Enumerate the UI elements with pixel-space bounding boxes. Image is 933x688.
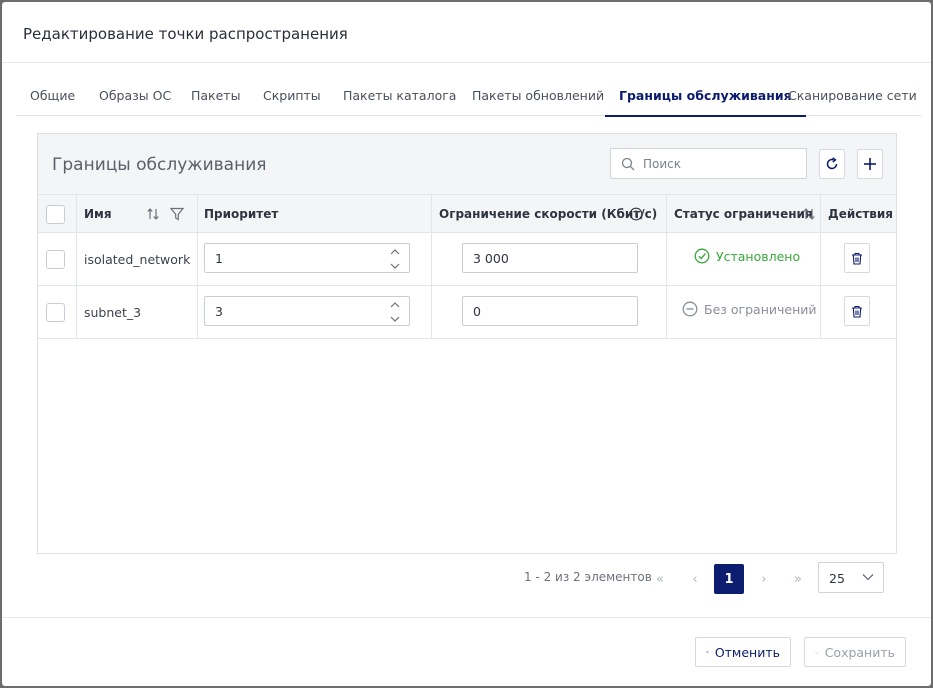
speed-limit-input[interactable]: 3 000: [462, 243, 638, 273]
search-box: [610, 148, 807, 179]
priority-stepper[interactable]: 3: [204, 296, 410, 326]
cancel-button[interactable]: Отменить: [695, 637, 791, 667]
save-label: Сохранить: [824, 644, 895, 660]
column-status-header[interactable]: Статус ограничения: [674, 195, 813, 233]
stepper-arrows-icon[interactable]: [389, 300, 401, 324]
edit-distribution-point-dialog: Редактирование точки распространения Общ…: [2, 2, 931, 686]
tab-scripts[interactable]: Скрипты: [263, 78, 321, 116]
sort-icon[interactable]: [802, 207, 816, 221]
row-name: subnet_3: [84, 305, 142, 320]
tab-os-images[interactable]: Образы ОС: [99, 78, 171, 116]
next-page-button[interactable]: ›: [749, 564, 779, 594]
cancel-label: Отменить: [714, 644, 780, 660]
priority-value: 1: [215, 251, 223, 266]
page-size-select[interactable]: 25: [818, 562, 884, 593]
row-checkbox[interactable]: [46, 250, 65, 269]
last-page-button[interactable]: »: [783, 564, 813, 594]
trash-icon: [852, 305, 862, 318]
status-unlimited: Без ограничений: [682, 301, 817, 317]
speed-limit-value: 0: [473, 304, 481, 319]
dialog-title: Редактирование точки распространения: [23, 25, 348, 43]
column-actions-header: Действия: [828, 207, 894, 221]
speed-limit-value: 3 000: [473, 251, 509, 266]
save-button[interactable]: Сохранить: [804, 637, 906, 667]
sort-icon[interactable]: [146, 207, 160, 221]
delete-row-button[interactable]: [844, 243, 870, 273]
status-label: Без ограничений: [704, 301, 817, 317]
page-size-value: 25: [829, 571, 845, 586]
close-icon: [706, 650, 709, 654]
filter-icon[interactable]: [170, 207, 184, 221]
select-all-checkbox[interactable]: [46, 205, 65, 224]
divider: [2, 62, 931, 63]
delete-row-button[interactable]: [844, 296, 870, 326]
page-button-current[interactable]: 1: [714, 564, 744, 594]
status-set: Установлено: [694, 248, 800, 264]
column-name-header[interactable]: Имя: [84, 195, 112, 233]
table-row: subnet_3 3 0 Без ограничений: [38, 286, 896, 339]
info-icon[interactable]: [629, 207, 643, 221]
tab-general[interactable]: Общие: [30, 78, 75, 116]
refresh-button[interactable]: [819, 149, 845, 179]
tab-network-scan[interactable]: Сканирование сети: [788, 78, 917, 116]
search-input[interactable]: [643, 155, 793, 173]
tab-packages[interactable]: Пакеты: [191, 78, 240, 116]
search-icon: [621, 157, 635, 171]
plus-icon: [864, 158, 876, 170]
panel-header: Границы обслуживания: [38, 134, 896, 194]
check-circle-icon: [694, 248, 710, 264]
refresh-icon: [826, 157, 838, 170]
service-boundaries-panel: Границы обслуживания Поиск Имя Приоритет…: [37, 133, 897, 554]
chevron-down-icon: [862, 574, 874, 581]
pagination-info: 1 - 2 из 2 элементов: [524, 570, 652, 584]
speed-limit-input[interactable]: 0: [462, 296, 638, 326]
priority-stepper[interactable]: 1: [204, 243, 410, 273]
tab-service-boundaries[interactable]: Границы обслуживания: [605, 78, 806, 117]
panel-title: Границы обслуживания: [52, 155, 267, 175]
check-icon: [815, 650, 819, 654]
first-page-button[interactable]: «: [645, 564, 675, 594]
stepper-arrows-icon[interactable]: [389, 247, 401, 271]
trash-icon: [852, 252, 862, 265]
prev-page-button[interactable]: ‹: [680, 564, 710, 594]
row-name: isolated_network: [84, 252, 191, 267]
priority-value: 3: [215, 304, 223, 319]
column-priority-header: Приоритет: [204, 207, 279, 221]
minus-circle-icon: [682, 301, 698, 317]
table-header: Имя Приоритет Ограничение скорости (Кбит…: [38, 194, 896, 233]
divider: [2, 617, 931, 618]
column-speed-header: Ограничение скорости (Кбит/с): [439, 207, 658, 221]
tab-update-packages[interactable]: Пакеты обновлений: [472, 78, 604, 116]
tab-catalog-packages[interactable]: Пакеты каталога: [343, 78, 456, 116]
tab-bar: Общие Образы ОС Пакеты Скрипты Пакеты ка…: [16, 78, 921, 117]
status-label: Установлено: [716, 248, 801, 264]
row-checkbox[interactable]: [46, 303, 65, 322]
table-row: isolated_network 1 3 000 Установлено: [38, 233, 896, 286]
add-button[interactable]: [857, 149, 883, 179]
